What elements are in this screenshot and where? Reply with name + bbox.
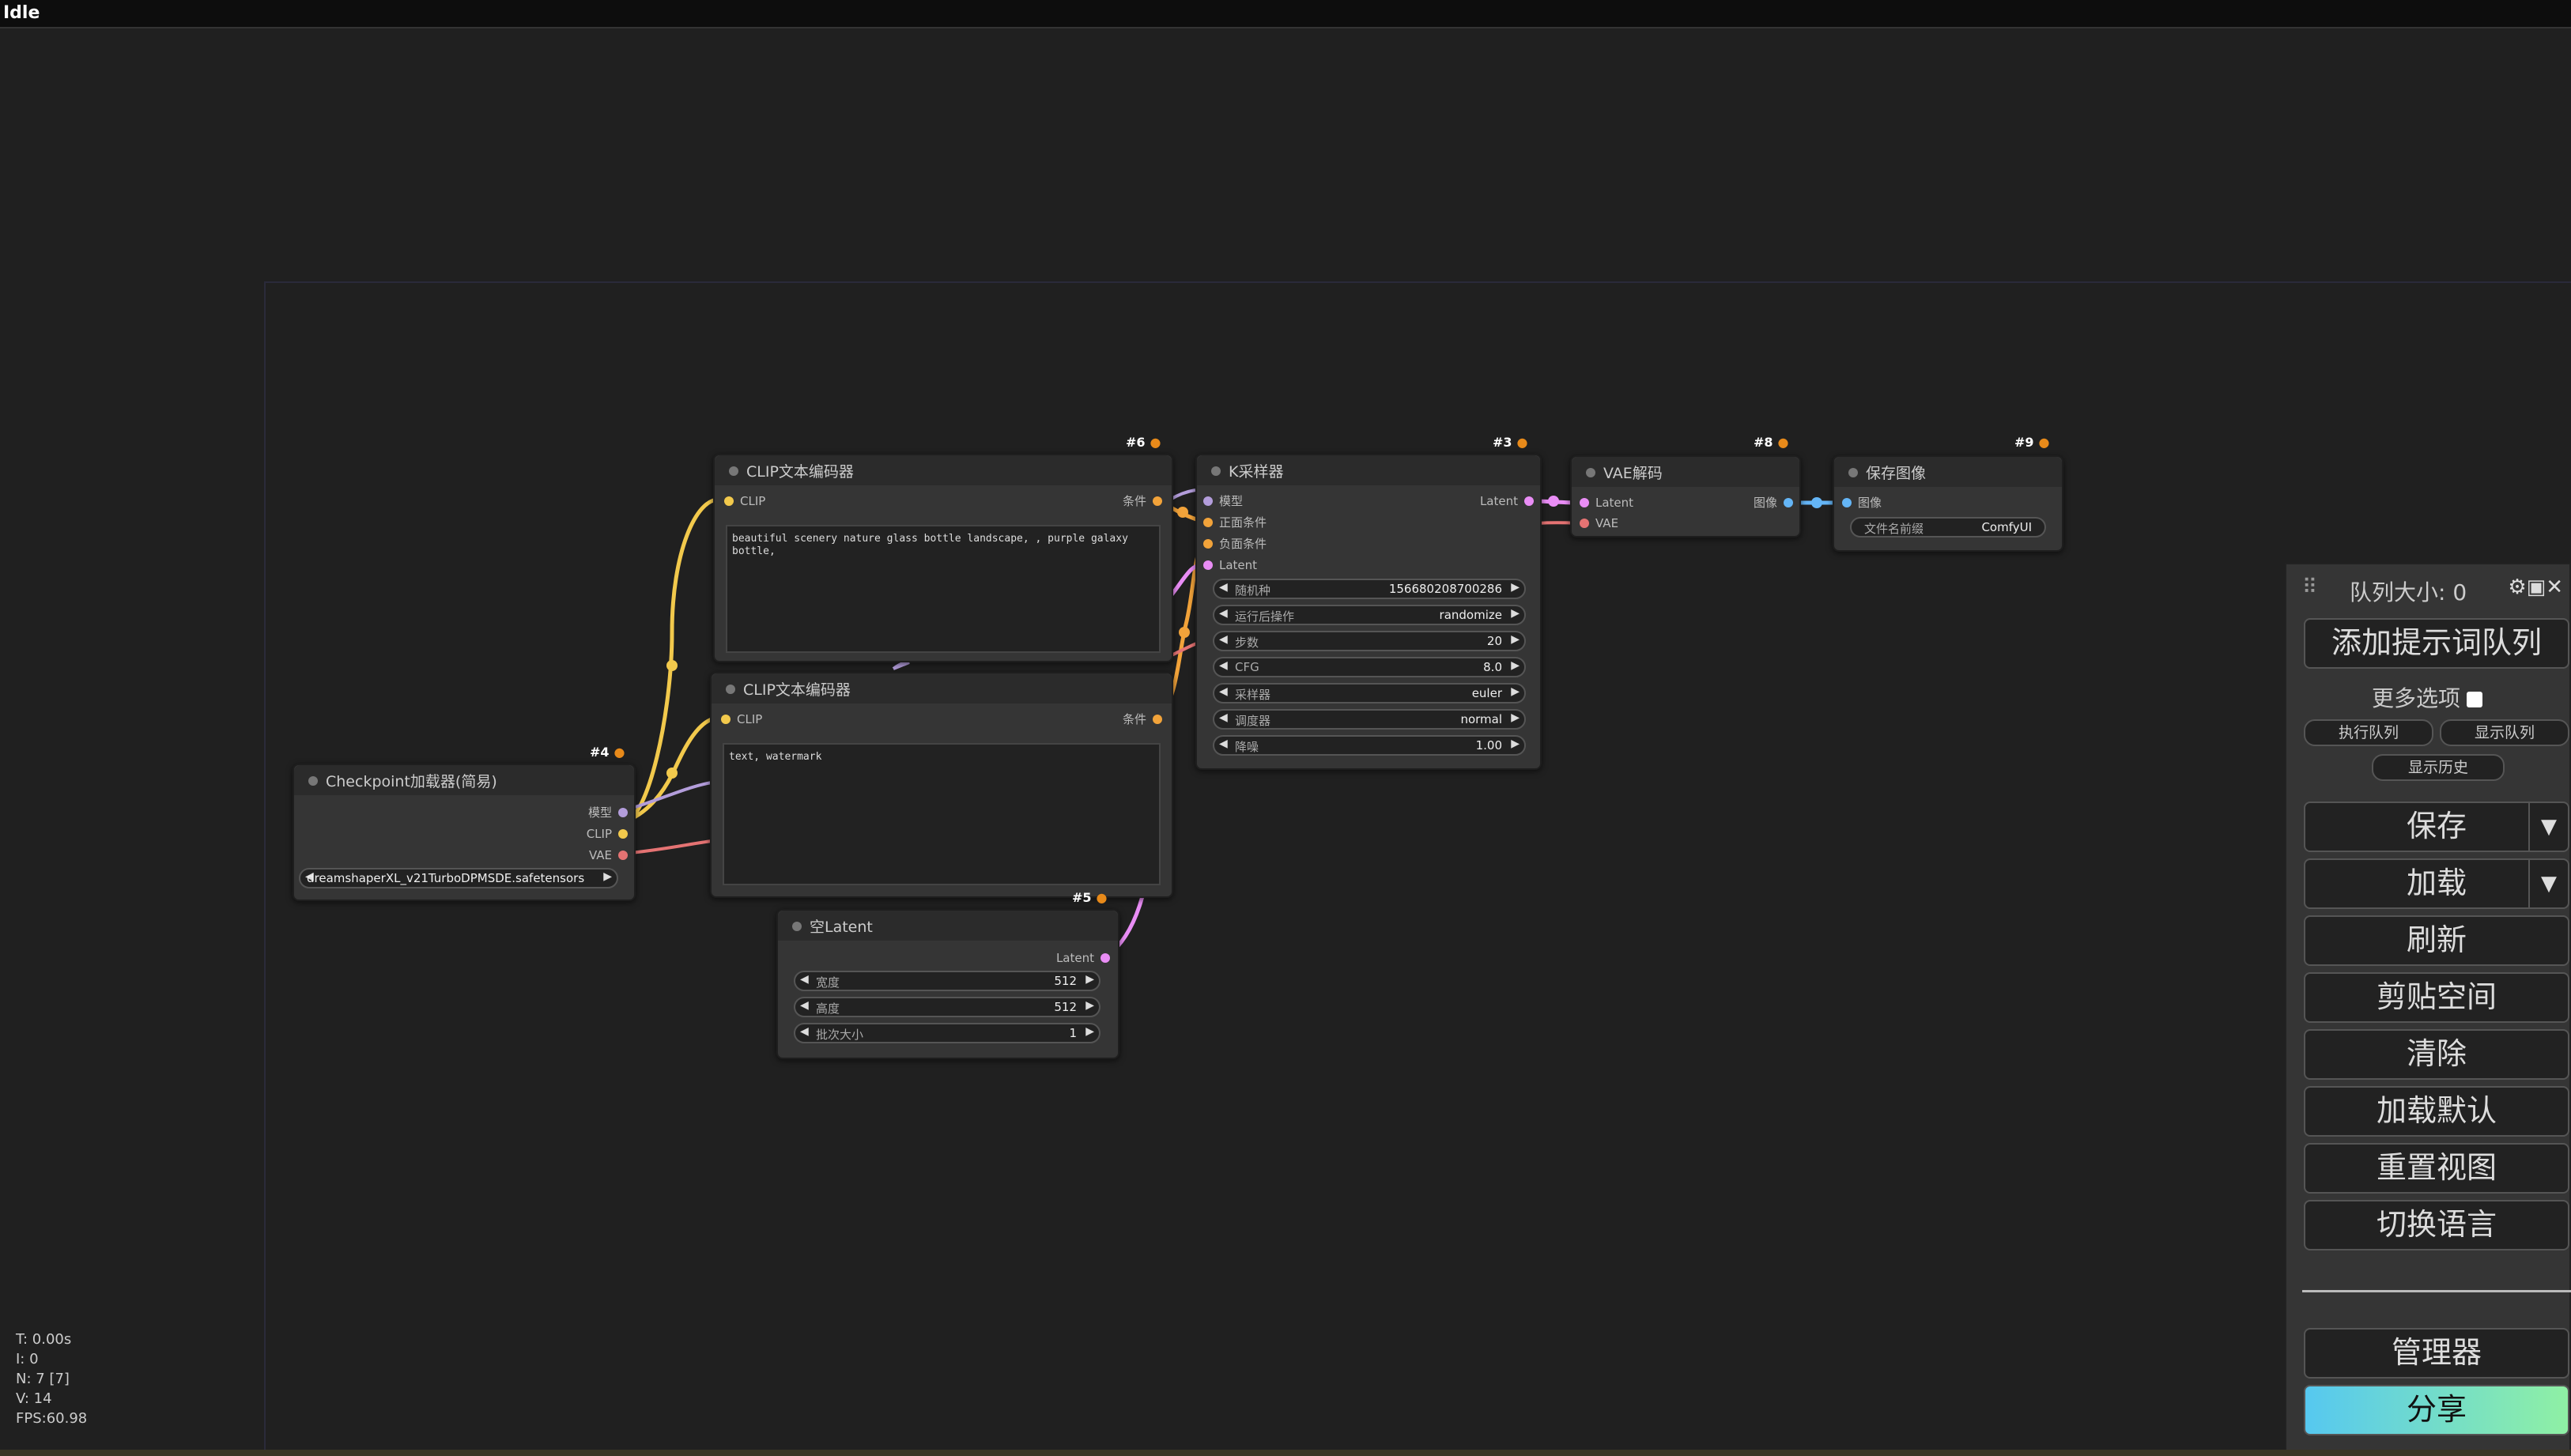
input-vae[interactable]: VAE [1576,514,1618,533]
output-conditioning[interactable]: 条件 [1123,492,1165,511]
node-title: CLIP文本编码器 [746,463,854,481]
stat-v: V: 14 [16,1390,52,1407]
node-header[interactable]: Checkpoint加载器(简易) [294,765,634,795]
panel-divider [2302,1290,2571,1292]
widget-denoise[interactable]: ◀ 降噪 1.00 ▶ [1213,735,1526,756]
manager-button[interactable]: 管理器 [2304,1328,2569,1379]
stat-fps: FPS:60.98 [16,1410,88,1427]
output-vae[interactable]: VAE [589,846,631,865]
input-positive[interactable]: 正面条件 [1200,513,1267,532]
node-header[interactable]: 保存图像 [1834,457,2062,487]
node-vae-decode[interactable]: VAE解码 Latent VAE 图像 [1570,455,1801,538]
input-clip[interactable]: CLIP [718,710,762,729]
input-negative[interactable]: 负面条件 [1200,534,1267,553]
output-conditioning[interactable]: 条件 [1123,710,1165,729]
output-latent[interactable]: Latent [1480,492,1537,511]
refresh-button[interactable]: 刷新 [2304,915,2569,966]
node-title: VAE解码 [1603,465,1663,482]
node-clip-text-encode-positive[interactable]: CLIP文本编码器 CLIP 条件 beautiful scenery natu… [713,454,1173,662]
queue-prompt-button[interactable]: 添加提示词队列 [2304,618,2569,669]
save-dropdown-icon[interactable]: ▼ [2528,803,2568,851]
widget-batch-size[interactable]: ◀ 批次大小 1 ▶ [794,1023,1101,1043]
widget-steps[interactable]: ◀ 步数 20 ▶ [1213,631,1526,651]
node-id-badge: #3 ● [1493,435,1528,450]
widget-ckpt-name[interactable]: ◀ dreamshaperXL_v21TurboDPMSDE.safetensor… [299,868,618,888]
widget-cfg[interactable]: ◀ CFG 8.0 ▶ [1213,657,1526,677]
stat-time: T: 0.00s [16,1331,72,1348]
node-title: 空Latent [810,918,873,936]
more-options-checkbox[interactable] [2467,692,2483,707]
input-model[interactable]: 模型 [1200,492,1243,511]
node-save-image[interactable]: 保存图像 图像 文件名前缀 ComfyUI [1833,455,2063,552]
switch-language-button[interactable]: 切换语言 [2304,1200,2569,1250]
node-header[interactable]: VAE解码 [1572,457,1799,487]
stat-i: I: 0 [16,1351,39,1367]
more-options-toggle[interactable]: 更多选项 [2372,681,2483,713]
gear-icon[interactable]: ⚙ [2508,575,2526,599]
input-samples[interactable]: Latent [1576,493,1633,512]
clear-button[interactable]: 清除 [2304,1029,2569,1080]
widget-control-after-generate[interactable]: ◀ 运行后操作 randomize ▶ [1213,605,1526,625]
input-clip[interactable]: CLIP [721,492,765,511]
share-button[interactable]: 分享 [2304,1385,2569,1435]
node-title: Checkpoint加载器(简易) [326,773,497,790]
node-ksampler[interactable]: K采样器 模型 正面条件 负面条件 Latent Latent ◀ 随机种 1566… [1195,454,1542,770]
node-header[interactable]: K采样器 [1197,455,1540,485]
comfy-menu-panel[interactable]: ⠿ 队列大小: 0 ⚙▣✕ 添加提示词队列 更多选项 执行队列 显示队列 显示历… [2285,563,2571,1456]
node-id-badge: #6 ● [1126,435,1161,450]
load-button[interactable]: 加载 ▼ [2304,858,2569,909]
output-image[interactable]: 图像 [1754,493,1796,512]
wire-vae [622,839,712,855]
prompt-textarea[interactable]: beautiful scenery nature glass bottle la… [726,525,1161,653]
stat-nodes: N: 7 [7] [16,1371,70,1387]
node-empty-latent[interactable]: 空Latent Latent ◀ 宽度 512 ▶ ◀ 高度 512 ▶ ◀ 批次大小 1 ▶ [776,909,1119,1059]
queue-size: 队列大小: 0 [2350,579,2467,605]
bottom-strip [0,1450,2571,1456]
load-default-button[interactable]: 加载默认 [2304,1086,2569,1137]
output-latent[interactable]: Latent [1056,949,1113,968]
load-dropdown-icon[interactable]: ▼ [2528,860,2568,907]
panel-icons[interactable]: ⚙▣✕ [2508,575,2563,599]
widget-sampler[interactable]: ◀ 采样器 euler ▶ [1213,683,1526,703]
prompt-textarea[interactable]: text, watermark [723,743,1161,885]
node-header[interactable]: 空Latent [778,911,1118,941]
reset-view-button[interactable]: 重置视图 [2304,1143,2569,1194]
node-clip-text-encode-negative[interactable]: CLIP文本编码器 CLIP 条件 text, watermark [710,672,1173,898]
node-title: 保存图像 [1866,465,1927,482]
clipspace-button[interactable]: 剪贴空间 [2304,972,2569,1023]
node-id-badge: #4 ● [590,745,625,760]
node-id-badge: #9 ● [2014,435,2050,450]
close-icon[interactable]: ✕ [2546,575,2563,599]
show-queue-button[interactable]: 显示队列 [2440,719,2569,746]
node-header[interactable]: CLIP文本编码器 [712,673,1172,703]
input-images[interactable]: 图像 [1839,493,1882,512]
widget-scheduler[interactable]: ◀ 调度器 normal ▶ [1213,709,1526,730]
output-clip[interactable]: CLIP [587,824,631,843]
render-stats: T: 0.00s I: 0 N: 7 [7] V: 14 FPS:60.98 [16,1330,87,1428]
widget-height[interactable]: ◀ 高度 512 ▶ [794,997,1101,1017]
node-id-badge: #8 ● [1754,435,1789,450]
show-history-button[interactable]: 显示历史 [2372,754,2505,781]
widget-width[interactable]: ◀ 宽度 512 ▶ [794,971,1101,991]
node-id-badge: #5 ● [1072,890,1108,905]
node-title: K采样器 [1229,463,1284,481]
input-latent[interactable]: Latent [1200,556,1257,575]
image-icon[interactable]: ▣ [2527,575,2546,599]
node-checkpoint-loader[interactable]: Checkpoint加载器(简易) 模型 CLIP VAE ◀ dreamshap… [293,764,636,901]
widget-filename-prefix[interactable]: 文件名前缀 ComfyUI [1850,517,2046,538]
output-model[interactable]: 模型 [588,803,631,822]
run-queue-button[interactable]: 执行队列 [2304,719,2433,746]
node-header[interactable]: CLIP文本编码器 [715,455,1172,485]
drag-handle-icon[interactable]: ⠿ [2302,575,2317,599]
widget-seed[interactable]: ◀ 随机种 156680208700286 ▶ [1213,579,1526,599]
save-button[interactable]: 保存 ▼ [2304,802,2569,852]
node-title: CLIP文本编码器 [743,681,851,699]
